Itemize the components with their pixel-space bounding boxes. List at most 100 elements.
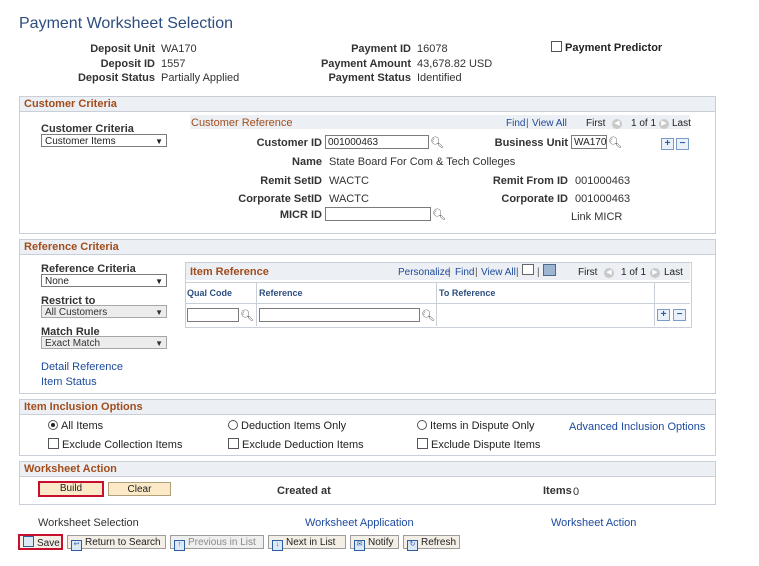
qual-code-input[interactable] — [187, 308, 239, 322]
deduction-items-only-radio[interactable]: Deduction Items Only — [228, 420, 346, 432]
refresh-button[interactable]: ↻ Refresh — [403, 535, 460, 551]
match-rule-select[interactable]: Exact Match ▼ — [41, 336, 167, 349]
payment-predictor-checkbox[interactable]: Payment Predictor — [551, 41, 662, 54]
notify-button[interactable]: ✉ Notify — [350, 535, 399, 551]
column-divider — [256, 282, 257, 326]
payment-id-value: 16078 — [417, 43, 448, 55]
column-header-qual-code: Qual Code — [187, 288, 233, 298]
deposit-unit-value: WA170 — [161, 43, 197, 55]
radio-selected-icon[interactable] — [48, 420, 58, 430]
micr-id-input[interactable] — [325, 207, 431, 221]
separator: | — [475, 267, 478, 278]
delete-row-icon[interactable]: − — [676, 138, 689, 150]
micr-id-label: MICR ID — [279, 209, 322, 221]
lookup-search-icon[interactable]: 🔍︎ — [240, 309, 254, 322]
save-button[interactable]: Save — [18, 534, 63, 550]
chevron-down-icon: ▼ — [155, 277, 163, 286]
first-label: First — [578, 267, 598, 278]
customer-criteria-select[interactable]: Customer Items ▼ — [41, 134, 167, 147]
delete-row-icon[interactable]: − — [673, 309, 686, 321]
previous-row-button[interactable]: ◀ — [604, 265, 614, 278]
created-at-label: Created at — [277, 485, 331, 497]
worksheet-selection-label: Worksheet Selection — [38, 517, 139, 529]
lookup-search-icon[interactable]: 🔍︎ — [421, 309, 435, 322]
page-title: Payment Worksheet Selection — [19, 15, 234, 32]
exclude-dispute-items-checkbox[interactable]: Exclude Dispute Items — [417, 438, 540, 451]
radio-icon[interactable] — [228, 420, 238, 430]
section-title: Reference Criteria — [20, 240, 715, 255]
corporate-id-label: Corporate ID — [501, 193, 568, 205]
previous-in-list-button[interactable]: ↑ Previous in List — [170, 535, 264, 551]
previous-row-button[interactable]: ◀ — [612, 116, 622, 129]
build-button[interactable]: Build — [38, 481, 104, 497]
zoom-grid-icon[interactable] — [522, 264, 534, 275]
worksheet-action-link[interactable]: Worksheet Action — [551, 517, 636, 529]
select-value: Exact Match — [45, 338, 101, 349]
next-row-button[interactable]: ▶ — [650, 265, 660, 278]
last-label: Last — [664, 267, 683, 278]
first-label: First — [586, 118, 606, 129]
find-link[interactable]: Find — [455, 267, 474, 278]
personalize-link[interactable]: Personalize — [398, 267, 450, 278]
arrow-left-icon: ◀ — [612, 119, 622, 129]
arrow-left-icon: ◀ — [604, 268, 614, 278]
exclude-collection-items-checkbox[interactable]: Exclude Collection Items — [48, 438, 182, 451]
item-status-link[interactable]: Item Status — [41, 376, 97, 388]
chevron-down-icon: ▼ — [155, 308, 163, 317]
customer-id-label: Customer ID — [256, 137, 322, 149]
separator: | — [526, 118, 529, 129]
radio-icon[interactable] — [417, 420, 427, 430]
checkbox-label: Exclude Dispute Items — [431, 439, 541, 451]
link-micr-label: Link MICR — [571, 211, 623, 223]
view-all-link[interactable]: View All — [532, 118, 567, 129]
row-count: 1 of 1 — [631, 118, 657, 129]
lookup-search-icon[interactable]: 🔍︎ — [430, 136, 444, 149]
items-label: Items — [543, 485, 572, 497]
find-link[interactable]: Find — [506, 118, 525, 129]
separator: | — [516, 267, 519, 278]
deposit-unit-label: Deposit Unit — [90, 43, 155, 55]
next-row-button[interactable]: ▶ — [659, 116, 669, 129]
next-in-list-label: Next in List — [286, 537, 336, 548]
deposit-id-value: 1557 — [161, 58, 186, 70]
section-title: Item Inclusion Options — [20, 400, 715, 415]
checkbox-icon[interactable] — [551, 41, 562, 52]
last-label: Last — [672, 118, 691, 129]
row-count: 1 of 1 — [621, 267, 647, 278]
lookup-search-icon[interactable]: 🔍︎ — [608, 136, 622, 149]
checkbox-icon[interactable] — [417, 438, 428, 449]
advanced-inclusion-options-link[interactable]: Advanced Inclusion Options — [569, 421, 705, 433]
remit-setid-label: Remit SetID — [260, 175, 322, 187]
select-value: None — [45, 276, 69, 287]
detail-reference-link[interactable]: Detail Reference — [41, 361, 123, 373]
remit-from-id-value: 001000463 — [575, 175, 631, 187]
download-grid-icon[interactable] — [543, 264, 556, 276]
add-row-icon[interactable]: + — [657, 309, 670, 321]
checkbox-icon[interactable] — [48, 438, 59, 449]
lookup-search-icon[interactable]: 🔍︎ — [432, 208, 446, 221]
reference-criteria-select[interactable]: None ▼ — [41, 274, 167, 287]
select-value: All Customers — [45, 307, 108, 318]
add-row-icon[interactable]: + — [661, 138, 674, 150]
payment-amount-label: Payment Amount — [320, 58, 411, 70]
exclude-deduction-items-checkbox[interactable]: Exclude Deduction Items — [228, 438, 364, 451]
separator: | — [537, 267, 540, 278]
view-all-link[interactable]: View All — [481, 267, 516, 278]
separator: | — [448, 267, 451, 278]
reference-input[interactable] — [259, 308, 420, 322]
checkbox-icon[interactable] — [228, 438, 239, 449]
save-icon — [23, 536, 34, 547]
return-to-search-button[interactable]: ↩ Return to Search — [67, 535, 166, 551]
section-title: Worksheet Action — [20, 462, 715, 477]
business-unit-input[interactable]: WA170 — [571, 135, 607, 149]
return-to-search-label: Return to Search — [85, 537, 161, 548]
customer-reference-title: Customer Reference — [191, 117, 293, 129]
restrict-to-select[interactable]: All Customers ▼ — [41, 305, 167, 318]
payment-status-label: Payment Status — [328, 72, 411, 84]
customer-id-input[interactable]: 001000463 — [325, 135, 429, 149]
worksheet-application-link[interactable]: Worksheet Application — [305, 517, 414, 529]
next-in-list-button[interactable]: ↓ Next in List — [268, 535, 346, 551]
all-items-radio[interactable]: All Items — [48, 420, 103, 432]
items-in-dispute-only-radio[interactable]: Items in Dispute Only — [417, 420, 535, 432]
clear-button[interactable]: Clear — [108, 482, 171, 496]
